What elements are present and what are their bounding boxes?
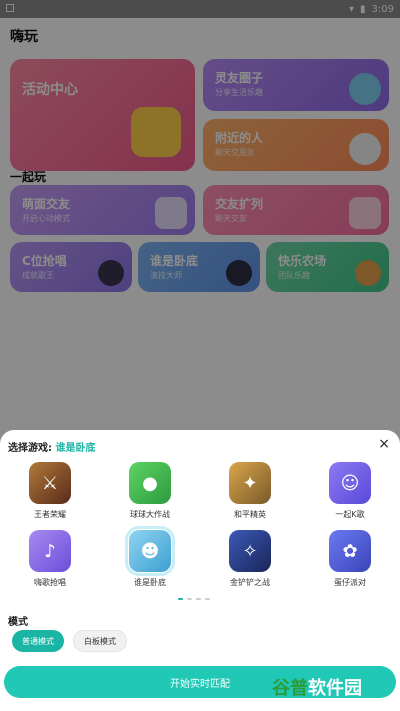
page-dot [196, 598, 201, 600]
game-label: 王者荣耀 [34, 510, 66, 519]
watermark: 谷普 软件园 [272, 670, 362, 704]
game-label: 和平精英 [234, 510, 266, 519]
game-icon: ☺ [329, 462, 371, 504]
game-item-spy[interactable]: ☻ 谁是卧底 [100, 526, 200, 588]
game-item-hpjy[interactable]: ✦ 和平精英 [200, 462, 300, 520]
mode-title: 模式 [8, 617, 28, 628]
page-indicator [178, 598, 210, 600]
game-item-ktv[interactable]: ☺ 一起K歌 [300, 462, 400, 520]
game-icon: ⚔ [29, 462, 71, 504]
sheet-header: 选择游戏: 谁是卧底 [8, 439, 95, 454]
mode-normal-button[interactable]: 普通模式 [12, 630, 64, 652]
close-icon[interactable]: × [378, 436, 390, 452]
game-item-hgqc[interactable]: ♪ 嗨歌抢唱 [0, 530, 100, 588]
game-item-qqdzz[interactable]: ● 球球大作战 [100, 462, 200, 520]
game-label: 嗨歌抢唱 [34, 578, 66, 587]
selected-game-value: 谁是卧底 [55, 443, 96, 454]
watermark-part: 谷普 [272, 678, 308, 699]
selected-game-label: 选择游戏: [8, 443, 52, 454]
game-icon: ♪ [29, 530, 71, 572]
watermark-part: 软件园 [308, 678, 362, 699]
game-item-jccc[interactable]: ✧ 金铲铲之战 [200, 530, 300, 588]
game-label: 谁是卧底 [134, 578, 166, 587]
game-label: 一起K歌 [335, 510, 365, 519]
page-dot [187, 598, 192, 600]
game-item-dzpd[interactable]: ✿ 蛋仔派对 [300, 530, 400, 588]
page-dot [205, 598, 210, 600]
game-icon: ☻ [125, 526, 175, 576]
game-icon: ● [129, 462, 171, 504]
game-icon: ✦ [229, 462, 271, 504]
game-select-sheet: 选择游戏: 谁是卧底 × ⚔ 王者荣耀 ● 球球大作战 ✦ 和平精英 ☺ 一起K… [0, 430, 400, 711]
game-item-wzry[interactable]: ⚔ 王者荣耀 [0, 462, 100, 520]
game-icon: ✧ [229, 530, 271, 572]
game-label: 蛋仔派对 [334, 578, 366, 587]
game-label: 球球大作战 [130, 510, 170, 519]
game-grid: ⚔ 王者荣耀 ● 球球大作战 ✦ 和平精英 ☺ 一起K歌 ♪ 嗨歌抢唱 ☻ 谁是… [0, 462, 400, 588]
game-label: 金铲铲之战 [230, 578, 270, 587]
page-dot [178, 598, 183, 600]
mode-whiteboard-button[interactable]: 白板模式 [73, 630, 127, 652]
game-icon: ✿ [329, 530, 371, 572]
